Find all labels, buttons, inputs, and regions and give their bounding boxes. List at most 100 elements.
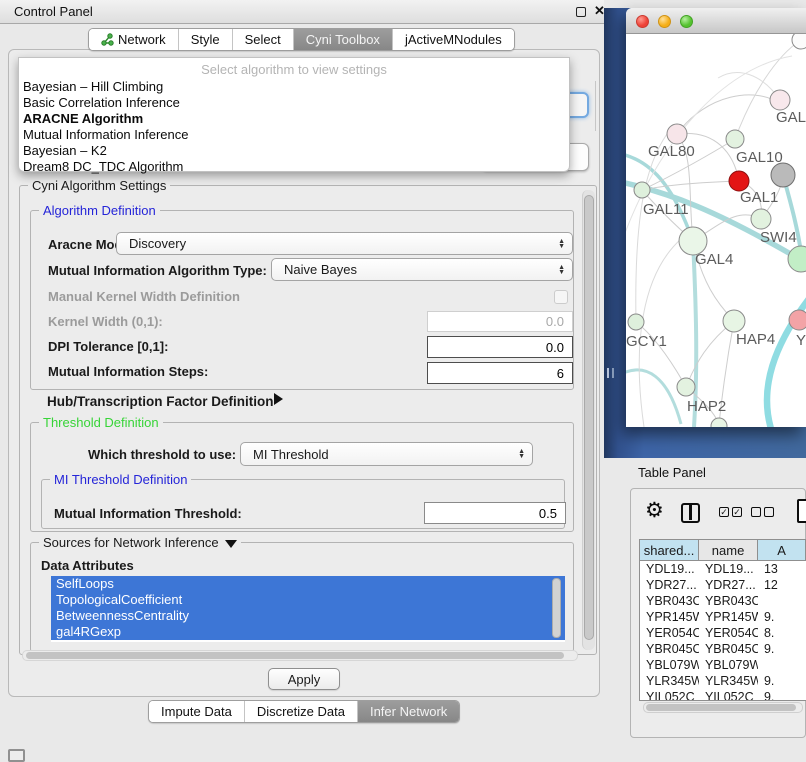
- table-row[interactable]: YLR345WYLR345W9.: [640, 673, 806, 689]
- expand-arrow-icon[interactable]: [274, 393, 283, 405]
- tab-network[interactable]: Network: [89, 29, 179, 50]
- kernel-width-field[interactable]: 0.0: [427, 311, 573, 332]
- settings-hscrollbar-thumb[interactable]: [26, 652, 564, 659]
- network-node-gal11[interactable]: [634, 182, 650, 198]
- network-node[interactable]: [771, 163, 795, 187]
- network-node[interactable]: [792, 34, 806, 49]
- manual-kernel-label: Manual Kernel Width Definition: [48, 289, 240, 304]
- network-node-gcy1[interactable]: [628, 314, 644, 330]
- tab-style[interactable]: Style: [179, 29, 233, 50]
- tab-impute-data[interactable]: Impute Data: [149, 701, 245, 722]
- table-hscrollbar-thumb[interactable]: [646, 704, 796, 711]
- settings-vscrollbar-thumb[interactable]: [584, 195, 594, 640]
- table-row[interactable]: YDL19...YDL19...13: [640, 561, 806, 577]
- algorithm-option[interactable]: ARACNE Algorithm: [19, 111, 569, 127]
- network-node-label: GAL10: [736, 149, 783, 166]
- manual-kernel-checkbox[interactable]: [554, 290, 568, 304]
- tab-select[interactable]: Select: [233, 29, 294, 50]
- unchecked-box-icon[interactable]: [751, 507, 761, 517]
- tab-infer-network[interactable]: Infer Network: [358, 701, 459, 722]
- dpi-tolerance-field[interactable]: 0.0: [427, 336, 573, 358]
- table-row[interactable]: YIL052CYIL052C9.: [640, 689, 806, 701]
- aracne-mode-combo[interactable]: Discovery ▲▼: [116, 232, 573, 255]
- network-node[interactable]: [729, 171, 749, 191]
- checked-box-icon[interactable]: ✓: [719, 507, 729, 517]
- network-edge[interactable]: [636, 322, 686, 387]
- network-node-swi4[interactable]: [788, 246, 806, 272]
- table-cell: [758, 593, 806, 609]
- network-node-gal80[interactable]: [667, 124, 687, 144]
- algorithm-option[interactable]: Bayesian – Hill Climbing: [19, 79, 569, 95]
- network-edge[interactable]: [677, 95, 780, 134]
- network-node-y[interactable]: [789, 310, 806, 330]
- table-row[interactable]: YDR27...YDR27...12: [640, 577, 806, 593]
- checked-box-icon[interactable]: ✓: [732, 507, 742, 517]
- unchecked-box-icon[interactable]: [764, 507, 774, 517]
- network-canvas[interactable]: GALGAL80GAL10GAL1GAL11GAL4SWI4GCY1HAP4YH…: [626, 34, 806, 427]
- document-icon[interactable]: [797, 499, 806, 523]
- tab-jactivemnodules[interactable]: jActiveMNodules: [393, 29, 514, 50]
- network-node-hap2[interactable]: [677, 378, 695, 396]
- float-panel-icon[interactable]: [576, 7, 586, 17]
- network-node[interactable]: [711, 418, 727, 427]
- control-panel-window: Control Panel ✕ NetworkStyleSelectCyni T…: [0, 0, 604, 727]
- table-column-header[interactable]: A: [758, 540, 806, 560]
- split-panel-icon[interactable]: [681, 503, 700, 523]
- table-column-header[interactable]: name: [699, 540, 758, 560]
- table-cell: YDR27...: [640, 577, 699, 593]
- cyni-algorithm-settings-group: Cyni Algorithm Settings Algorithm Defini…: [19, 185, 597, 655]
- mi-threshold-field[interactable]: 0.5: [424, 502, 566, 524]
- mi-threshold-group-title: MI Threshold Definition: [50, 472, 191, 487]
- table-row[interactable]: YBR043CYBR043C: [640, 593, 806, 609]
- collapsed-corner-box[interactable]: [8, 749, 25, 762]
- settings-vscrollbar[interactable]: [582, 190, 595, 650]
- table-row[interactable]: YER054CYER054C8.: [640, 625, 806, 641]
- network-edge[interactable]: [626, 370, 681, 424]
- collapse-arrow-icon[interactable]: [225, 540, 237, 548]
- algorithm-option[interactable]: Dream8 DC_TDC Algorithm: [19, 159, 569, 175]
- algorithm-option[interactable]: Mutual Information Inference: [19, 127, 569, 143]
- which-threshold-combo[interactable]: MI Threshold ▲▼: [240, 442, 533, 466]
- algorithm-option[interactable]: Bayesian – K2: [19, 143, 569, 159]
- zoom-window-icon[interactable]: [680, 15, 693, 28]
- table-row[interactable]: YPR145WYPR145W9.: [640, 609, 806, 625]
- algorithm-option[interactable]: Basic Correlation Inference: [19, 95, 569, 111]
- network-node-label: SWI4: [760, 229, 797, 246]
- data-attribute-item[interactable]: gal4RGexp: [51, 624, 565, 640]
- network-node-label: GAL1: [740, 189, 778, 206]
- network-node-label: GCY1: [626, 333, 667, 350]
- close-window-icon[interactable]: [636, 15, 649, 28]
- table-cell: 13: [758, 561, 806, 577]
- data-attribute-item[interactable]: TopologicalCoefficient: [51, 592, 565, 608]
- data-attribute-item[interactable]: BetweennessCentrality: [51, 608, 565, 624]
- network-window-titlebar[interactable]: [626, 8, 806, 34]
- tab-discretize-data[interactable]: Discretize Data: [245, 701, 358, 722]
- table-column-header[interactable]: shared...: [640, 540, 699, 560]
- network-node-gal1[interactable]: [751, 209, 771, 229]
- network-node-hap4[interactable]: [723, 310, 745, 332]
- tab-label: Cyni Toolbox: [306, 32, 380, 47]
- data-attributes-list[interactable]: SelfLoopsTopologicalCoefficientBetweenne…: [51, 576, 565, 642]
- table-row[interactable]: YBR045CYBR045C9.: [640, 641, 806, 657]
- table-row[interactable]: YBL079WYBL079W: [640, 657, 806, 673]
- dpi-tolerance-value: 0.0: [546, 340, 564, 355]
- network-node-gal10[interactable]: [726, 130, 744, 148]
- mi-type-combo[interactable]: Naive Bayes ▲▼: [271, 258, 573, 281]
- gear-icon[interactable]: ⚙: [645, 498, 664, 523]
- tab-label: Impute Data: [161, 704, 232, 719]
- network-edge[interactable]: [626, 154, 693, 241]
- tab-cyni-toolbox[interactable]: Cyni Toolbox: [294, 29, 393, 50]
- network-edge[interactable]: [686, 321, 734, 387]
- table-cell: YER054C: [699, 625, 758, 641]
- splitter-handle[interactable]: [607, 368, 614, 378]
- table-hscrollbar[interactable]: [643, 702, 803, 713]
- network-graph: GALGAL80GAL10GAL1GAL11GAL4SWI4GCY1HAP4YH…: [626, 34, 806, 427]
- minimize-window-icon[interactable]: [658, 15, 671, 28]
- network-node-gal[interactable]: [770, 90, 790, 110]
- mi-steps-field[interactable]: 6: [427, 362, 573, 384]
- apply-button[interactable]: Apply: [268, 668, 340, 690]
- kernel-width-label: Kernel Width (0,1):: [48, 314, 163, 329]
- settings-hscrollbar[interactable]: [22, 650, 578, 661]
- data-attribute-item[interactable]: SelfLoops: [51, 576, 565, 592]
- attributes-vscrollbar-thumb[interactable]: [552, 578, 561, 638]
